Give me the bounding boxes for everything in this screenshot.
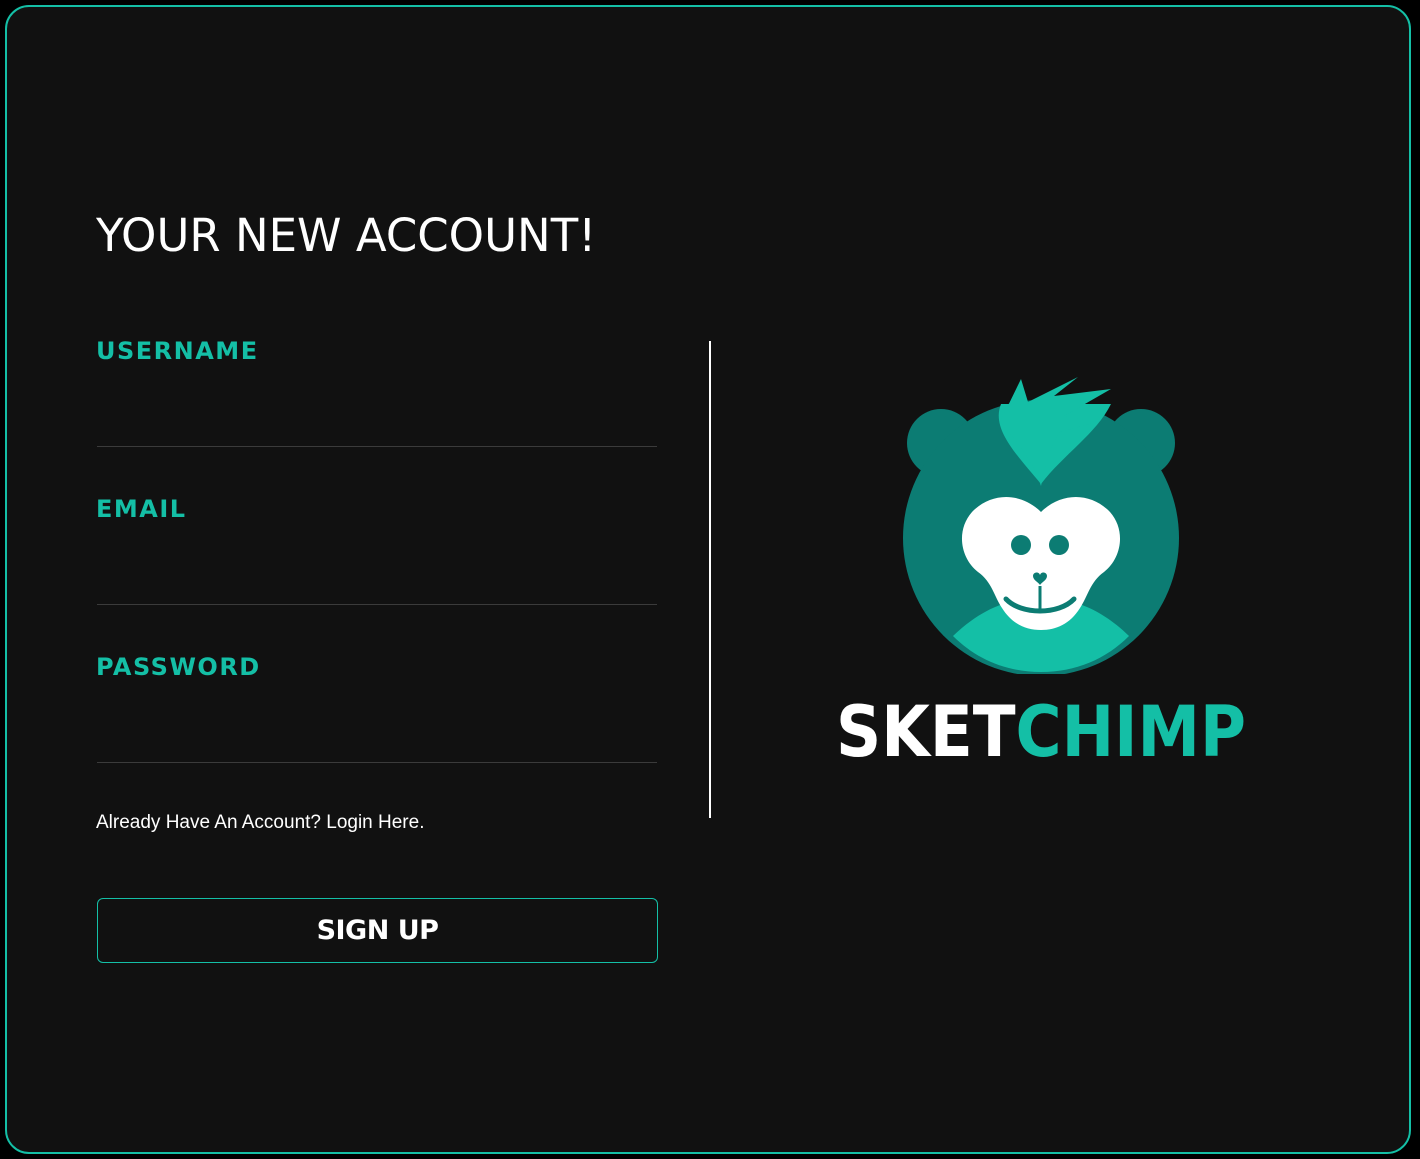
login-link[interactable]: Already Have An Account? Login Here. xyxy=(96,811,424,835)
chimp-head-icon xyxy=(903,377,1179,674)
sign-up-button[interactable]: SIGN UP xyxy=(97,898,658,963)
page-title: YOUR NEW ACCOUNT! xyxy=(96,209,597,262)
email-input[interactable] xyxy=(97,559,657,605)
username-input[interactable] xyxy=(97,401,657,447)
username-label: USERNAME xyxy=(96,337,259,365)
password-input[interactable] xyxy=(97,717,657,763)
email-label: EMAIL xyxy=(96,495,187,523)
password-label: PASSWORD xyxy=(96,653,261,681)
sketchimp-wordmark: SKETCHIMP xyxy=(836,691,1246,772)
vertical-divider xyxy=(709,341,711,818)
svg-text:SKETCHIMP: SKETCHIMP xyxy=(836,691,1246,772)
